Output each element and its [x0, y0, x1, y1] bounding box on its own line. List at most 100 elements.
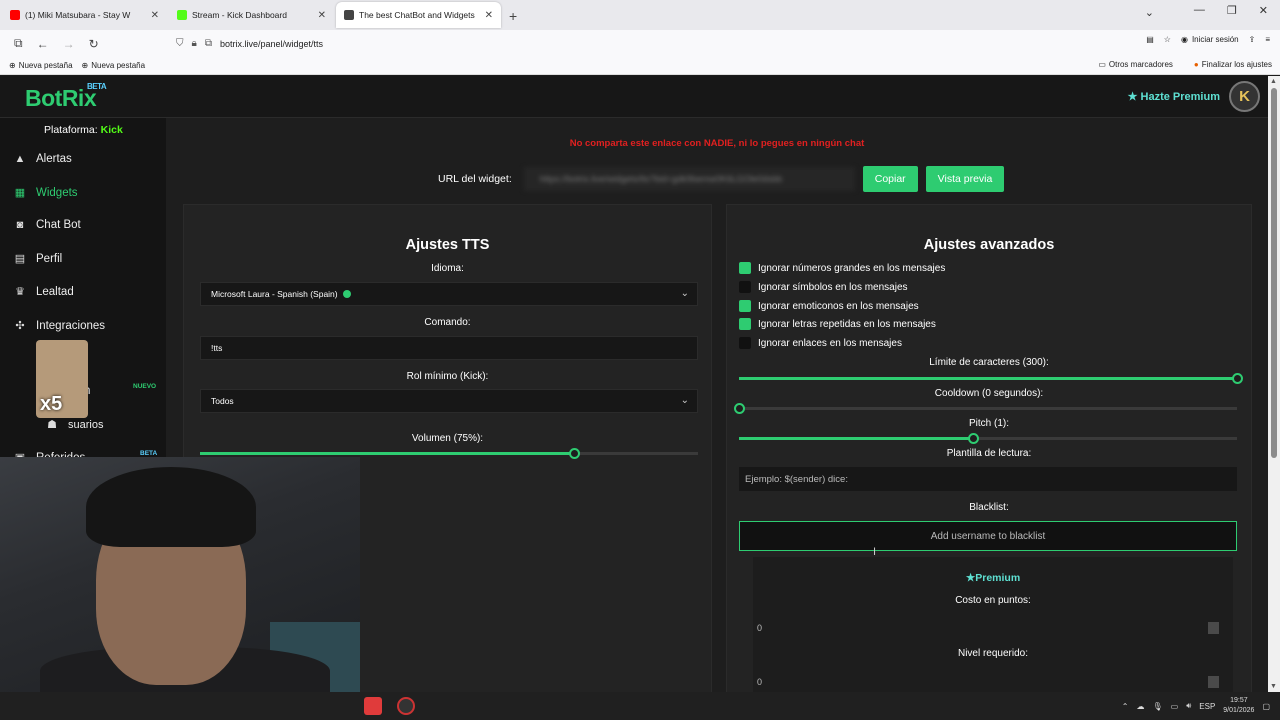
command-input[interactable]: !tts — [200, 336, 698, 360]
sidebar-item-lealtad[interactable]: ♛ Lealtad — [14, 285, 74, 299]
login-button[interactable]: ◉ Iniciar sesión — [1181, 35, 1239, 44]
blacklist-input[interactable]: Add username to blacklist — [739, 521, 1237, 551]
pitch-slider[interactable] — [739, 433, 1237, 444]
slider-fill — [739, 377, 1237, 380]
clock[interactable]: 19:57 9/01/2026 — [1223, 696, 1254, 716]
star-icon[interactable]: ☆ — [1164, 35, 1171, 44]
level-input[interactable]: 0 — [753, 670, 1233, 692]
close-icon[interactable]: ✕ — [151, 10, 159, 21]
obs-app-icon[interactable] — [397, 697, 415, 715]
language-value: Microsoft Laura - Spanish (Spain) — [211, 289, 338, 299]
language-indicator[interactable]: ESP — [1199, 702, 1215, 711]
slider-knob[interactable] — [1232, 373, 1243, 384]
scroll-up-icon[interactable]: ▲ — [1270, 78, 1277, 85]
sidebar-item-widgets[interactable]: ▦ Widgets — [14, 186, 78, 200]
volume-slider[interactable] — [200, 448, 698, 459]
extensions-icon[interactable]: ⇪ — [1249, 35, 1256, 44]
users-icon: ☗ — [47, 419, 57, 431]
ignore-links-checkbox[interactable]: Ignorar enlaces en los mensajes — [739, 337, 902, 349]
chevron-up-icon[interactable]: ⌃ — [1122, 702, 1129, 711]
restore-icon[interactable]: ❐ — [1227, 4, 1237, 17]
platform-text: Plataforma: — [44, 124, 98, 136]
checkbox-box[interactable] — [739, 318, 751, 330]
ignore-symbols-checkbox[interactable]: Ignorar símbolos en los mensajes — [739, 281, 908, 293]
mic-icon[interactable]: 🎙︎ — [1153, 702, 1163, 711]
chevron-down-icon: ⌄ — [680, 288, 689, 299]
sidebar-item-label: suarios — [68, 418, 104, 431]
checkbox-box[interactable] — [739, 262, 751, 274]
close-window-icon[interactable]: ✕ — [1259, 4, 1268, 17]
browser-tab-kick[interactable]: Stream - Kick Dashboard ✕ — [169, 2, 334, 28]
forward-icon[interactable]: → — [63, 37, 75, 51]
volume-icon[interactable]: 🔊︎ — [1186, 701, 1191, 711]
new-tab-icon[interactable]: + — [509, 8, 517, 24]
sidebar-item-integraciones[interactable]: ✣ Integraciones — [14, 319, 106, 333]
notification-icon[interactable]: ▢ — [1262, 702, 1270, 711]
browser-tab-youtube[interactable]: (1) Miki Matsubara - Stay W ✕ — [2, 2, 167, 28]
scroll-down-icon[interactable]: ▼ — [1270, 683, 1277, 690]
slider-knob[interactable] — [568, 448, 580, 459]
botrix-logo[interactable]: BotRix BETA — [25, 82, 107, 112]
checkbox-label: Ignorar emoticonos en los mensajes — [758, 300, 919, 312]
avatar[interactable]: K — [1229, 81, 1260, 112]
sidebar-item-perfil[interactable]: ▤ Perfil — [14, 252, 62, 266]
reload-icon[interactable]: ↻ — [89, 37, 99, 51]
bookmark-item[interactable]: ⊕ Nueva pestaña — [9, 61, 73, 70]
site-header: BotRix BETA ★ Hazte Premium K — [0, 76, 1268, 118]
close-icon[interactable]: ✕ — [318, 10, 326, 21]
sidebar-toggle-icon[interactable]: ⧉ — [14, 36, 23, 51]
menu-icon[interactable]: ≡ — [1265, 35, 1270, 44]
bookmark-item[interactable]: ⊕ Nueva pestaña — [82, 61, 146, 70]
ignore-numbers-checkbox[interactable]: Ignorar números grandes en los mensajes — [739, 262, 945, 274]
checkbox-box[interactable] — [739, 300, 751, 312]
sidebar-item-alertas[interactable]: ▲ Alertas — [14, 153, 72, 165]
checkbox-box[interactable] — [739, 281, 751, 293]
widget-url-field[interactable]: https://botrix.live/widgets/tts?bid=gdk9… — [523, 167, 855, 191]
role-select[interactable]: Todos ⌄ — [200, 389, 698, 413]
spinner-icon[interactable] — [1208, 622, 1219, 634]
page-scrollbar[interactable]: ▲ ▼ — [1268, 76, 1280, 692]
premium-link[interactable]: ★ Hazte Premium — [1128, 90, 1220, 103]
sidebar-item-label: Widgets — [36, 186, 78, 199]
page-icon: ⧉ — [204, 38, 212, 49]
char-limit-slider[interactable] — [739, 373, 1243, 384]
bookmarks-right: ▭ Otros marcadores ● Finalizar los ajustes — [1089, 60, 1272, 69]
scroll-thumb[interactable] — [1271, 88, 1277, 458]
template-input[interactable]: Ejemplo: $(sender) dice: — [739, 467, 1237, 491]
address-bar[interactable]: ⛉ 🔒︎ ⧉ botrix.live/panel/widget/tts — [176, 33, 1076, 54]
ignore-repeated-checkbox[interactable]: Ignorar letras repetidas en los mensajes — [739, 318, 936, 330]
cooldown-slider[interactable] — [734, 403, 1237, 414]
language-select[interactable]: Microsoft Laura - Spanish (Spain) ⌄ — [200, 282, 698, 306]
other-bookmarks[interactable]: ▭ Otros marcadores — [1098, 60, 1173, 69]
star-icon: ★ — [1127, 91, 1138, 103]
recording-app-icon[interactable] — [364, 697, 382, 715]
cost-input[interactable]: 0 — [753, 616, 1233, 640]
browser-tab-bar: (1) Miki Matsubara - Stay W ✕ Stream - K… — [0, 0, 1280, 30]
reader-icon[interactable]: ▤ — [1146, 35, 1154, 44]
browser-tab-botrix[interactable]: The best ChatBot and Widgets ✕ — [336, 2, 501, 28]
widget-url-label: URL del widget: — [438, 173, 512, 185]
slider-knob[interactable] — [968, 433, 980, 444]
network-icon[interactable]: ▭ — [1171, 702, 1179, 711]
ignore-emotes-checkbox[interactable]: Ignorar emoticonos en los mensajes — [739, 300, 919, 312]
cost-label: Costo en puntos: — [955, 595, 1031, 606]
minimize-icon[interactable]: — — [1194, 4, 1205, 17]
sidebar-item-label: Integraciones — [36, 319, 106, 332]
bookmark-label: Nueva pestaña — [91, 61, 146, 70]
close-icon[interactable]: ✕ — [485, 10, 493, 21]
chevron-down-icon[interactable]: ⌄ — [1145, 6, 1154, 19]
copy-button[interactable]: Copiar — [862, 166, 918, 192]
globe-icon: ⊕ — [81, 61, 89, 70]
sidebar-item-usuarios[interactable]: ☗ suarios — [46, 418, 104, 432]
alert-icon: ▲ — [14, 153, 26, 165]
cloud-icon[interactable]: ☁ — [1137, 702, 1145, 711]
finish-settings[interactable]: ● Finalizar los ajustes — [1194, 60, 1272, 69]
new-badge: NUEVO — [133, 383, 157, 390]
spinner-icon[interactable] — [1208, 676, 1219, 688]
checkbox-box[interactable] — [739, 337, 751, 349]
preview-button[interactable]: Vista previa — [925, 166, 1005, 192]
slider-knob[interactable] — [734, 403, 745, 414]
back-icon[interactable]: ← — [37, 37, 49, 51]
text-cursor-icon: I — [873, 546, 877, 558]
sidebar-item-chatbot[interactable]: ◙ Chat Bot — [14, 219, 81, 231]
